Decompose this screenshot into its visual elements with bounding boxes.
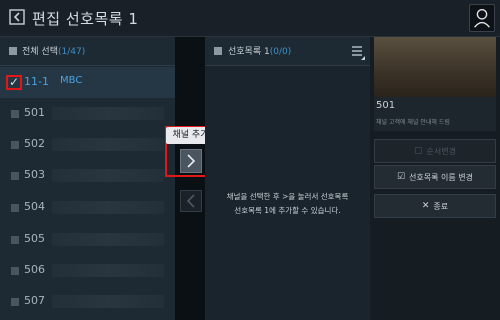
channel-checkbox[interactable] <box>11 172 19 180</box>
edit-checkbox-icon: ☑ <box>396 172 406 182</box>
empty-message-line2: 선호목록 1에 추가할 수 있습니다. <box>234 206 341 215</box>
channel-name-blurred <box>52 233 164 246</box>
select-all-label: 전체 선택 <box>22 47 58 57</box>
check-icon: ✓ <box>9 75 20 89</box>
channel-preview-image <box>374 37 496 97</box>
channel-number: 507 <box>24 294 45 307</box>
channel-name-blurred <box>52 138 164 151</box>
preview-channel-number: 501 <box>376 100 396 111</box>
add-channel-button[interactable] <box>180 149 202 173</box>
transfer-strip <box>175 37 205 320</box>
select-all-checkbox[interactable] <box>9 47 17 55</box>
menu-icon[interactable] <box>350 41 366 61</box>
channel-number: 506 <box>24 263 45 276</box>
channel-checkbox[interactable] <box>11 141 19 149</box>
favorites-select-checkbox[interactable] <box>214 47 222 55</box>
order-change-label: 순서변경 <box>426 146 456 156</box>
channel-row[interactable]: 505 <box>0 224 175 255</box>
favorites-panel: 선호목록 1(0/0) 채널을 선택한 후 >을 눌러서 선호목록 선호목록 1… <box>205 37 370 320</box>
close-button[interactable]: ✕ 종료 <box>374 194 496 218</box>
channel-name-blurred <box>52 295 164 308</box>
favorites-label: 선호목록 1 <box>228 47 270 57</box>
channel-row-selected[interactable]: ✓ 11-1 MBC <box>0 67 175 98</box>
chevron-left-icon <box>186 194 195 208</box>
channel-number: 504 <box>24 200 45 213</box>
rename-favorites-button[interactable]: ☑ 선호목록 이름 변경 <box>374 165 496 189</box>
channel-name-blurred <box>52 169 164 182</box>
order-change-button[interactable]: ▢ 순서변경 <box>374 139 496 163</box>
channel-row[interactable]: 502 <box>0 129 175 160</box>
channel-name-blurred <box>52 264 164 277</box>
channel-row[interactable]: 506 <box>0 255 175 286</box>
channel-checkbox[interactable] <box>11 267 19 275</box>
title-bar: 편집 선호목록 1 <box>0 0 500 37</box>
channel-row[interactable]: 504 <box>0 192 175 223</box>
channel-number: 503 <box>24 168 45 181</box>
favorites-count: (0/0) <box>269 47 292 57</box>
channel-name-blurred <box>52 201 164 214</box>
close-icon: ✕ <box>421 201 430 211</box>
rename-favorites-label: 선호목록 이름 변경 <box>409 172 474 182</box>
empty-message-line1: 채널을 선택한 후 >을 눌러서 선호목록 <box>226 192 349 201</box>
channel-list-panel: 전체 선택(1/47) ✓ 11-1 MBC 501 502 503 504 5… <box>0 37 175 320</box>
chevron-right-icon <box>187 154 196 168</box>
favorites-empty-message: 채널을 선택한 후 >을 눌러서 선호목록 선호목록 1에 추가할 수 있습니다… <box>215 190 360 218</box>
user-icon <box>469 4 495 32</box>
channel-name-blurred <box>52 107 164 120</box>
channel-checkbox[interactable] <box>11 236 19 244</box>
back-icon[interactable] <box>9 9 25 25</box>
channel-row[interactable]: 503 <box>0 160 175 191</box>
channel-number: 11-1 <box>24 75 49 88</box>
select-all-header[interactable]: 전체 선택(1/47) <box>0 37 175 66</box>
action-panel: 501 채널 고객에 채널 안내해 드림 ▢ 순서변경 ☑ 선호목록 이름 변경… <box>370 37 500 320</box>
channel-row[interactable]: 501 <box>0 98 175 129</box>
channel-number: 502 <box>24 137 45 150</box>
remove-channel-button[interactable] <box>180 190 202 212</box>
page-title: 편집 선호목록 1 <box>32 10 139 28</box>
channel-name: MBC <box>60 75 83 86</box>
channel-number: 501 <box>24 106 45 119</box>
channel-checkbox[interactable] <box>11 204 19 212</box>
channel-number: 505 <box>24 232 45 245</box>
order-change-icon: ▢ <box>414 146 423 156</box>
channel-checkbox[interactable] <box>11 298 19 306</box>
channel-checkbox[interactable] <box>11 110 19 118</box>
channel-row[interactable]: 507 <box>0 286 175 317</box>
close-label: 종료 <box>433 201 449 211</box>
select-all-count: (1/47) <box>57 47 86 57</box>
preview-description: 채널 고객에 채널 안내해 드림 <box>376 119 450 126</box>
preview-info: 501 채널 고객에 채널 안내해 드림 <box>374 97 496 131</box>
favorites-header[interactable]: 선호목록 1(0/0) <box>205 37 370 66</box>
channel-checkbox-checked[interactable]: ✓ <box>6 75 22 90</box>
